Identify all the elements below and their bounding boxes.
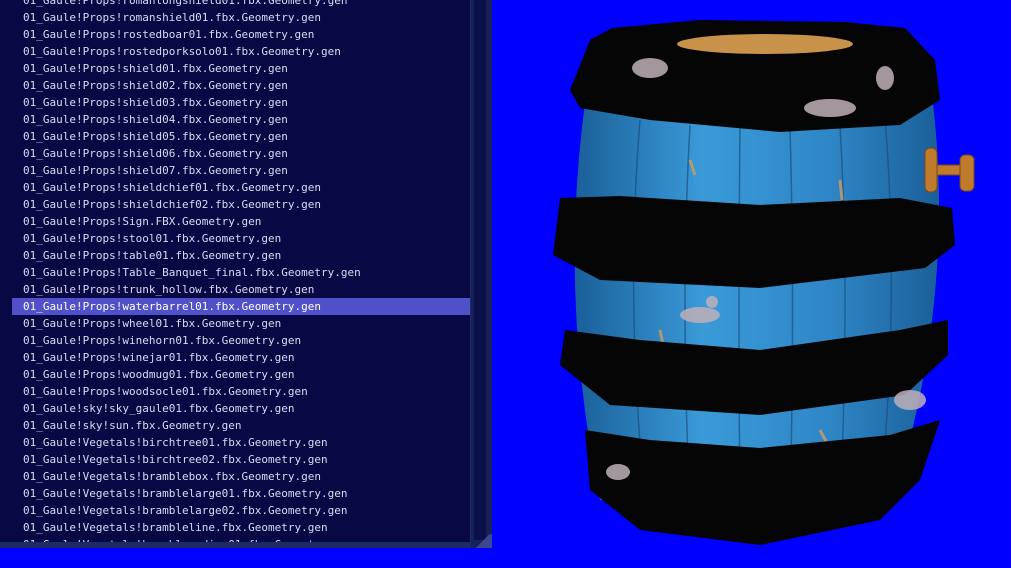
list-item[interactable]: 01_Gaule!Props!shield02.fbx.Geometry.gen <box>12 77 470 94</box>
list-item[interactable]: 01_Gaule!Props!shieldchief02.fbx.Geometr… <box>12 196 470 213</box>
list-item[interactable]: 01_Gaule!Props!romanshield01.fbx.Geometr… <box>12 9 470 26</box>
list-item[interactable]: 01_Gaule!sky!sky_gaule01.fbx.Geometry.ge… <box>12 400 470 417</box>
list-item[interactable]: 01_Gaule!Props!shield05.fbx.Geometry.gen <box>12 128 470 145</box>
resize-grip-icon[interactable] <box>474 534 492 548</box>
list-item[interactable]: 01_Gaule!Props!shield01.fbx.Geometry.gen <box>12 60 470 77</box>
list-item[interactable]: 01_Gaule!Vegetals!brambleline.fbx.Geomet… <box>12 519 470 536</box>
list-item[interactable]: 01_Gaule!Props!shield04.fbx.Geometry.gen <box>12 111 470 128</box>
list-item-selected[interactable]: 01_Gaule!Props!waterbarrel01.fbx.Geometr… <box>12 298 470 315</box>
list-item[interactable]: 01_Gaule!sky!sun.fbx.Geometry.gen <box>12 417 470 434</box>
list-item[interactable]: 01_Gaule!Props!rostedboar01.fbx.Geometry… <box>12 26 470 43</box>
list-item[interactable]: 01_Gaule!Props!woodmug01.fbx.Geometry.ge… <box>12 366 470 383</box>
list-item[interactable]: 01_Gaule!Vegetals!bramblemedium01.fbx.Ge… <box>12 536 470 542</box>
barrel-lid <box>677 34 853 54</box>
list-item[interactable]: 01_Gaule!Vegetals!bramblebox.fbx.Geometr… <box>12 468 470 485</box>
scrollbar-track[interactable] <box>474 0 486 540</box>
list-item[interactable]: 01_Gaule!Vegetals!bramblelarge01.fbx.Geo… <box>12 485 470 502</box>
list-item[interactable]: 01_Gaule!Props!winejar01.fbx.Geometry.ge… <box>12 349 470 366</box>
list-item[interactable]: 01_Gaule!Props!rostedporksolo01.fbx.Geom… <box>12 43 470 60</box>
list-item[interactable]: 01_Gaule!Props!winehorn01.fbx.Geometry.g… <box>12 332 470 349</box>
list-item[interactable]: 01_Gaule!Props!shield07.fbx.Geometry.gen <box>12 162 470 179</box>
list-item[interactable]: 01_Gaule!Props!shield06.fbx.Geometry.gen <box>12 145 470 162</box>
water-barrel-model <box>553 20 975 545</box>
vertical-scrollbar[interactable] <box>471 0 492 548</box>
list-item[interactable]: 01_Gaule!Vegetals!bramblelarge02.fbx.Geo… <box>12 502 470 519</box>
barrel-tap <box>924 147 975 193</box>
list-item[interactable]: 01_Gaule!Props!Table_Banquet_final.fbx.G… <box>12 264 470 281</box>
list-item[interactable]: 01_Gaule!Props!trunk_hollow.fbx.Geometry… <box>12 281 470 298</box>
list-item[interactable]: 01_Gaule!Vegetals!birchtree01.fbx.Geomet… <box>12 434 470 451</box>
geometry-file-list[interactable]: 01_Gaule!Props!romanlongshield01.fbx.Geo… <box>0 0 470 542</box>
list-item[interactable]: 01_Gaule!Props!Sign.FBX.Geometry.gen <box>12 213 470 230</box>
list-item[interactable]: 01_Gaule!Props!wheel01.fbx.Geometry.gen <box>12 315 470 332</box>
list-item[interactable]: 01_Gaule!Props!woodsocle01.fbx.Geometry.… <box>12 383 470 400</box>
list-item[interactable]: 01_Gaule!Vegetals!birchtree02.fbx.Geomet… <box>12 451 470 468</box>
list-item[interactable]: 01_Gaule!Props!shield03.fbx.Geometry.gen <box>12 94 470 111</box>
geometry-list-panel: 01_Gaule!Props!romanlongshield01.fbx.Geo… <box>0 0 492 548</box>
list-item[interactable]: 01_Gaule!Props!romanlongshield01.fbx.Geo… <box>12 0 470 9</box>
list-item[interactable]: 01_Gaule!Props!shieldchief01.fbx.Geometr… <box>12 179 470 196</box>
list-item[interactable]: 01_Gaule!Props!stool01.fbx.Geometry.gen <box>12 230 470 247</box>
list-item[interactable]: 01_Gaule!Props!table01.fbx.Geometry.gen <box>12 247 470 264</box>
